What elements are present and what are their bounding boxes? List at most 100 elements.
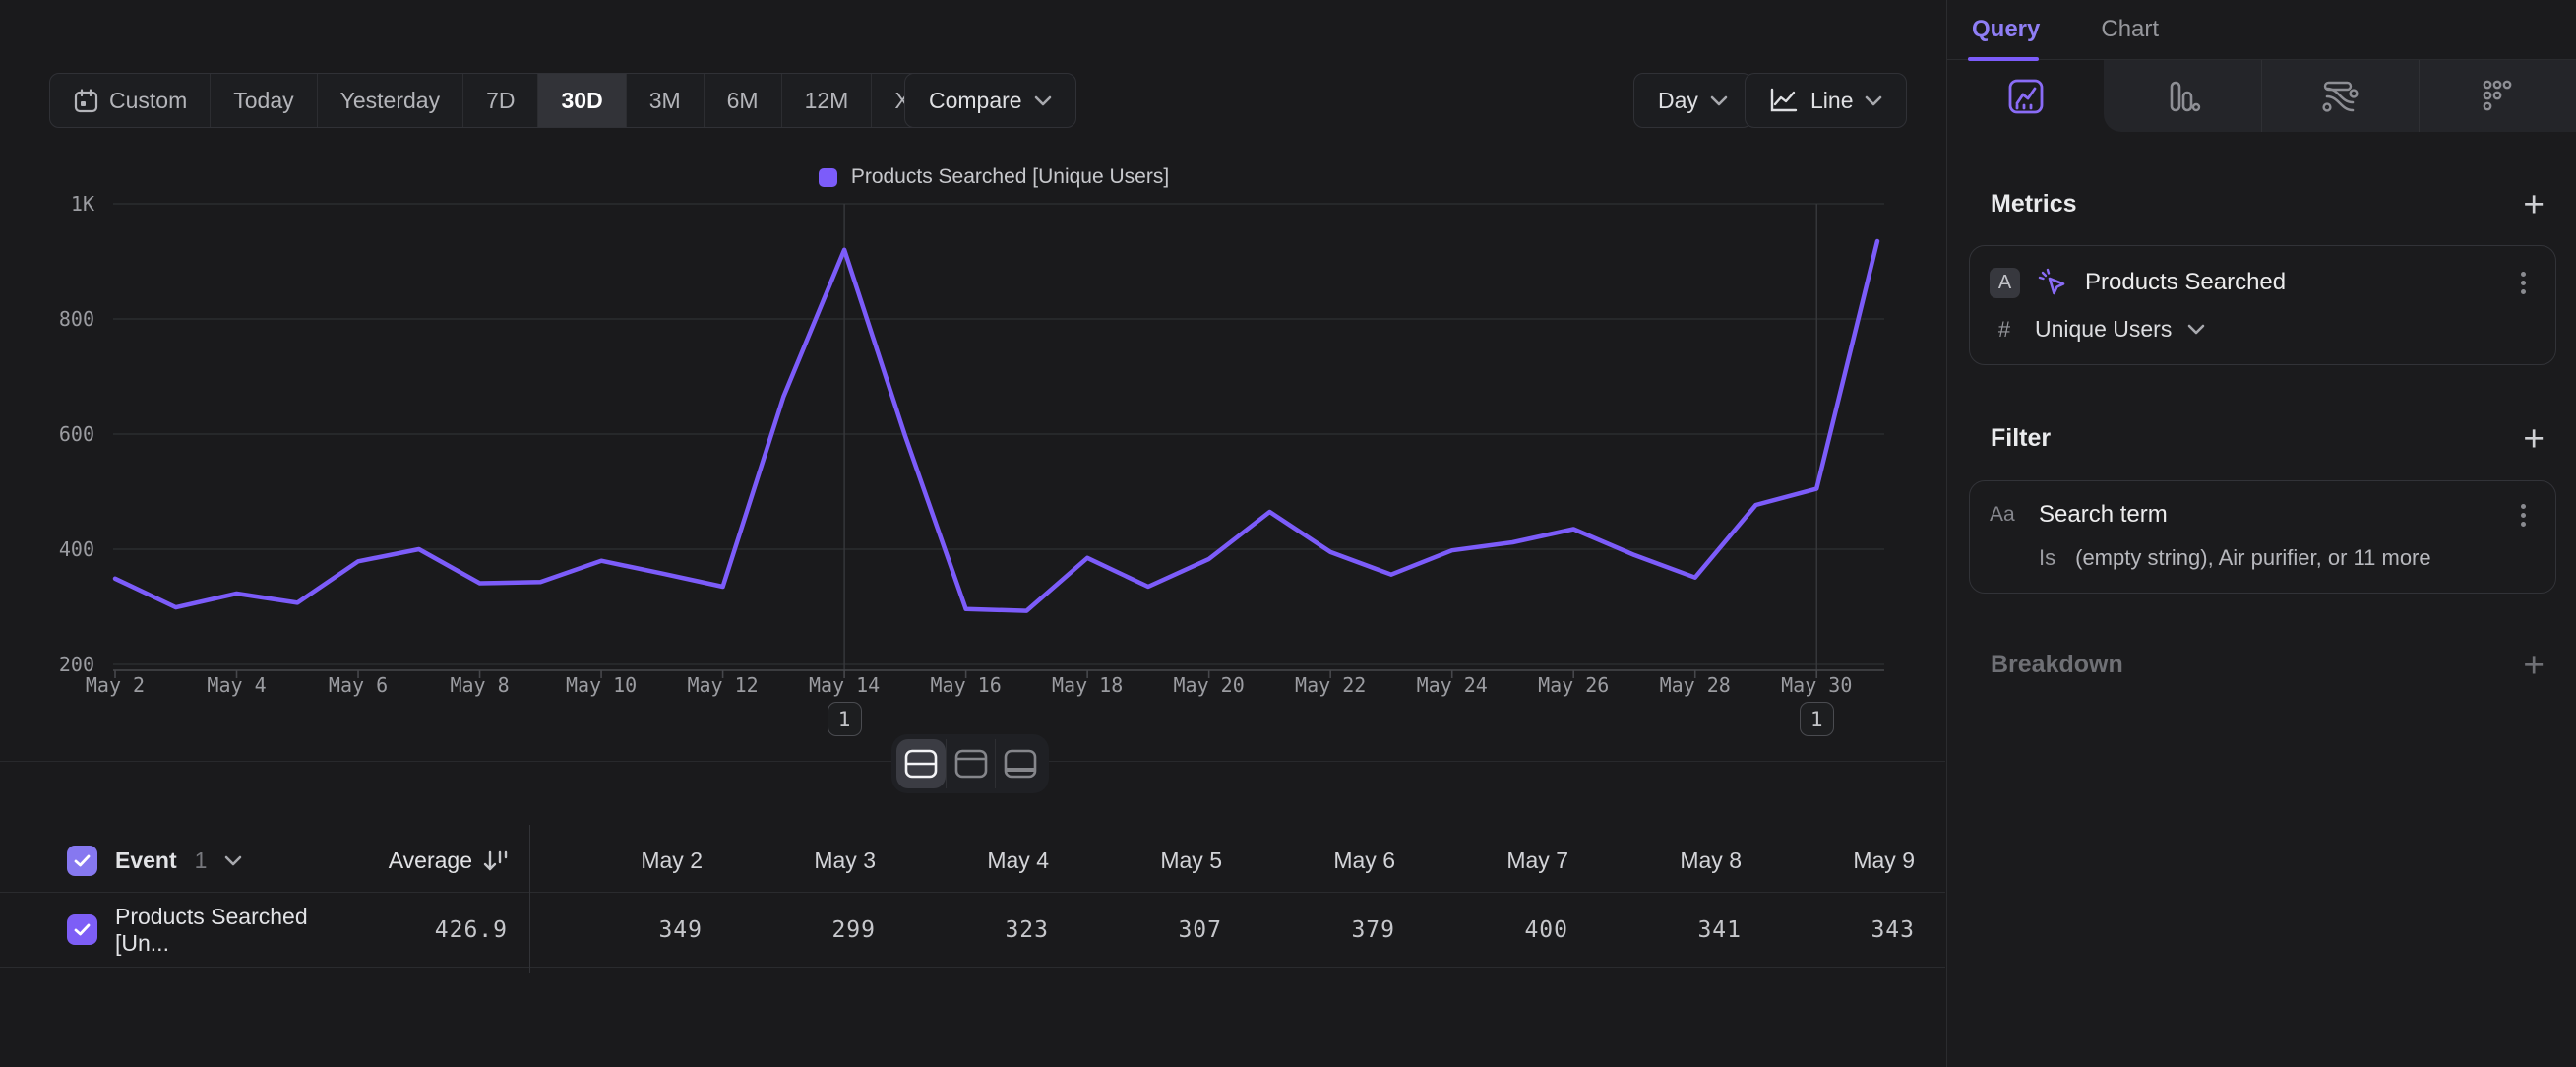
cell-value: 341 [1697, 917, 1742, 943]
filter-operator[interactable]: Is [2039, 545, 2055, 571]
insights-icon [2006, 77, 2046, 116]
analytics-app: CustomTodayYesterday7D30D3M6M12MXTD Comp… [0, 0, 2576, 1067]
range-label: 7D [486, 88, 515, 114]
cell-value: 349 [658, 917, 703, 943]
metrics-heading: Metrics [1991, 190, 2077, 219]
line-chart[interactable] [103, 197, 1884, 689]
legend-swatch [819, 168, 837, 187]
granularity-label: Day [1658, 88, 1698, 114]
metric-menu-button[interactable] [2515, 270, 2532, 296]
filter-card[interactable]: Aa Search term Is (empty string), Air pu… [1969, 480, 2556, 594]
chart-type-dropdown[interactable]: Line [1745, 73, 1907, 128]
range-30d-button[interactable]: 30D [538, 74, 626, 127]
bottom-panel-view-icon [1004, 749, 1037, 779]
tab-insights[interactable] [1947, 60, 2104, 132]
filter-menu-button[interactable] [2515, 502, 2532, 529]
filter-section: Filter + Aa Search term Is (empty string… [1947, 420, 2576, 594]
range-label: Yesterday [340, 88, 440, 114]
add-filter-button[interactable]: + [2523, 420, 2545, 457]
x-axis-label: May 8 [416, 673, 544, 697]
y-axis-label: 1K [35, 192, 94, 216]
x-axis-label: May 30 [1752, 673, 1880, 697]
cell-value: 323 [1005, 917, 1049, 943]
layout-table-only-button[interactable] [995, 739, 1044, 788]
query-sidebar: Query Chart [1946, 0, 2576, 1067]
add-breakdown-button[interactable]: + [2523, 647, 2545, 683]
measure-selector[interactable]: Unique Users [2035, 316, 2172, 343]
x-axis-label: May 22 [1266, 673, 1394, 697]
toolbar: CustomTodayYesterday7D30D3M6M12MXTD Comp… [0, 0, 1945, 157]
add-metric-button[interactable]: + [2523, 186, 2545, 222]
chevron-down-icon[interactable] [224, 855, 242, 866]
chart-area: Products Searched [Unique Users] 2004006… [0, 148, 1945, 761]
event-column-header[interactable]: Event [115, 847, 177, 874]
filter-value[interactable]: (empty string), Air purifier, or 11 more [2075, 545, 2431, 571]
breakdown-section: Breakdown + [1947, 647, 2576, 683]
layout-split-button[interactable] [896, 739, 946, 788]
chart-legend[interactable]: Products Searched [Unique Users] [103, 165, 1884, 189]
line-chart-icon [1769, 88, 1799, 113]
x-axis-label: May 24 [1388, 673, 1516, 697]
tab-funnels[interactable] [2104, 60, 2260, 132]
granularity-dropdown[interactable]: Day [1633, 73, 1752, 128]
column-separator [529, 825, 530, 898]
date-cell: 323 [876, 917, 1049, 943]
date-cell: 379 [1222, 917, 1395, 943]
x-axis-label: May 2 [51, 673, 179, 697]
series-line[interactable] [115, 241, 1877, 611]
flows-icon [2319, 77, 2361, 116]
select-all-checkbox[interactable] [67, 846, 97, 876]
event-cursor-icon [2036, 266, 2069, 299]
y-axis-label: 400 [35, 537, 94, 561]
filter-property-name[interactable]: Search term [2039, 501, 2499, 529]
metric-name[interactable]: Products Searched [2085, 269, 2499, 296]
date-column-header[interactable]: May 4 [876, 847, 1049, 874]
range-label: 12M [805, 88, 849, 114]
check-icon [74, 854, 91, 867]
range-7d-button[interactable]: 7D [463, 74, 538, 127]
date-column-header[interactable]: May 8 [1568, 847, 1742, 874]
range-6m-button[interactable]: 6M [705, 74, 782, 127]
x-axis-label: May 6 [294, 673, 422, 697]
range-label: 30D [561, 88, 602, 114]
range-label: Custom [109, 88, 187, 114]
split-view-icon [904, 749, 938, 779]
x-axis-label: May 10 [537, 673, 665, 697]
layout-chart-only-button[interactable] [946, 739, 995, 788]
row-checkbox[interactable] [67, 914, 97, 945]
active-tab-indicator [1968, 57, 2039, 61]
tab-chart[interactable]: Chart [2101, 16, 2159, 43]
metric-card[interactable]: A Products Searched # Unique Users [1969, 245, 2556, 365]
sort-descending-icon[interactable] [482, 848, 508, 874]
tab-flows[interactable] [2261, 60, 2419, 132]
x-axis-label: May 12 [659, 673, 787, 697]
range-label: 3M [649, 88, 681, 114]
range-12m-button[interactable]: 12M [782, 74, 873, 127]
report-type-tabs [1947, 60, 2576, 132]
date-column-header[interactable]: May 6 [1222, 847, 1395, 874]
date-column-header[interactable]: May 2 [529, 847, 703, 874]
chevron-down-icon [1865, 95, 1882, 106]
top-panel-view-icon [954, 749, 988, 779]
range-3m-button[interactable]: 3M [627, 74, 705, 127]
range-today-button[interactable]: Today [211, 74, 317, 127]
table-row[interactable]: Products Searched [Un... 426.9 349299323… [0, 893, 1945, 967]
column-separator [529, 888, 530, 973]
x-axis-label: May 26 [1509, 673, 1637, 697]
event-count: 1 [195, 847, 208, 874]
tab-query[interactable]: Query [1972, 16, 2040, 43]
date-cell: 341 [1568, 917, 1742, 943]
average-column-header[interactable]: Average [389, 847, 472, 874]
range-yesterday-button[interactable]: Yesterday [318, 74, 463, 127]
annotation-badge[interactable]: 1 [828, 702, 862, 736]
chart-type-label: Line [1810, 88, 1853, 114]
annotation-badge[interactable]: 1 [1800, 702, 1834, 736]
date-cell: 307 [1049, 917, 1222, 943]
range-custom-button[interactable]: Custom [50, 74, 211, 127]
date-column-header[interactable]: May 5 [1049, 847, 1222, 874]
date-column-header[interactable]: May 7 [1395, 847, 1568, 874]
compare-button[interactable]: Compare [904, 73, 1076, 128]
date-column-header[interactable]: May 9 [1742, 847, 1915, 874]
date-column-header[interactable]: May 3 [703, 847, 876, 874]
tab-retention[interactable] [2419, 60, 2576, 132]
